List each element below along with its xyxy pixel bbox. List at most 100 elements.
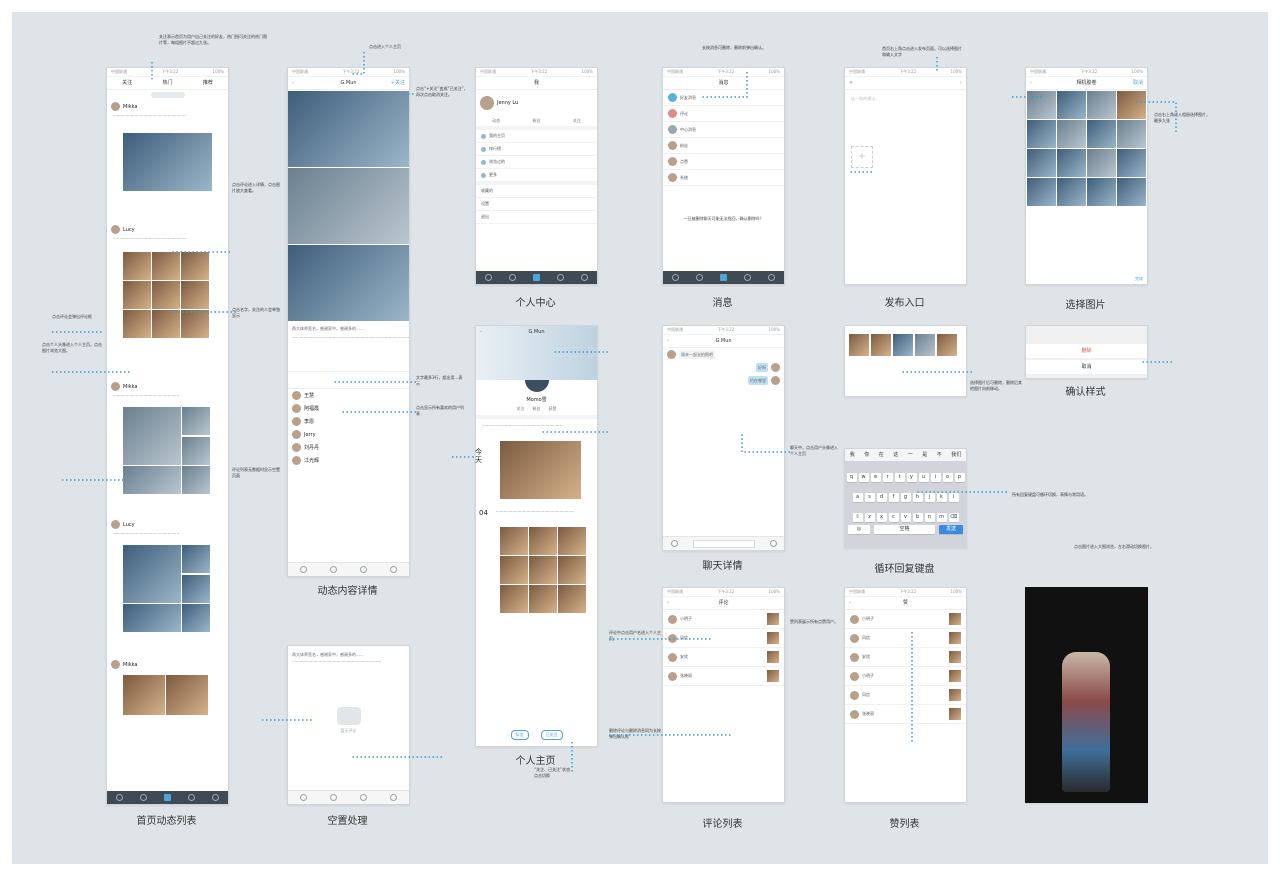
suggestion[interactable]: 我们 [951, 449, 961, 461]
commenter-name[interactable]: 李恩 [304, 418, 314, 425]
avatar[interactable] [771, 363, 780, 372]
search-pill[interactable] [150, 92, 185, 98]
profile-icon[interactable] [768, 274, 776, 281]
grid-photo[interactable] [529, 556, 557, 584]
grid-photo[interactable] [166, 675, 208, 715]
follow-button[interactable]: +关注 [391, 77, 405, 89]
space-key[interactable]: 空格 [874, 525, 935, 534]
album-photo[interactable] [1087, 149, 1116, 177]
home-icon[interactable] [115, 794, 123, 801]
album-photo[interactable] [1027, 178, 1056, 206]
key[interactable]: j [924, 493, 935, 502]
like-item[interactable]: 小明子 [845, 667, 966, 686]
selected-photo[interactable] [849, 334, 869, 356]
back-icon[interactable]: ‹ [849, 597, 851, 609]
post-image[interactable] [123, 133, 212, 191]
selected-photo[interactable] [871, 334, 891, 356]
selected-photo[interactable] [893, 334, 913, 356]
avatar[interactable] [111, 225, 120, 234]
post-user[interactable]: Mikka [123, 384, 137, 390]
detail-photo[interactable] [288, 245, 409, 321]
home-icon[interactable] [671, 274, 679, 281]
comment-icon[interactable] [329, 794, 337, 801]
stat-fans[interactable]: 粉丝 [533, 406, 541, 412]
add-icon[interactable] [532, 274, 540, 281]
suggestion[interactable]: 我 [850, 449, 855, 461]
grid-photo[interactable] [152, 281, 180, 309]
stat-following[interactable]: 关注 [573, 118, 581, 124]
discover-icon[interactable] [508, 274, 516, 281]
key[interactable]: m [936, 513, 947, 522]
grid-photo[interactable] [182, 407, 210, 435]
menu-item[interactable]: 排行榜 [476, 143, 597, 156]
key[interactable]: y [906, 473, 917, 482]
voice-icon[interactable] [670, 540, 678, 547]
grid-photo[interactable] [558, 527, 586, 555]
stat-fans[interactable]: 粉丝 [532, 118, 540, 124]
delete-button[interactable]: 删除 [1026, 344, 1147, 358]
grid-photo[interactable] [182, 574, 210, 603]
message-item[interactable]: 点赞 [663, 154, 784, 170]
key[interactable]: p [954, 473, 965, 482]
avatar[interactable] [292, 391, 301, 400]
album-photo[interactable] [1087, 120, 1116, 148]
suggestion[interactable]: 一 [908, 449, 913, 461]
album-photo[interactable] [1027, 149, 1056, 177]
avatar[interactable] [292, 404, 301, 413]
key[interactable]: x [876, 513, 887, 522]
back-icon[interactable]: ‹ [667, 597, 669, 609]
album-photo[interactable] [1057, 178, 1086, 206]
message-icon[interactable] [188, 794, 196, 801]
comment-item[interactable]: 风信 [663, 629, 784, 648]
back-icon[interactable]: ‹ [480, 326, 482, 338]
grid-photo[interactable] [558, 556, 586, 584]
grid-photo[interactable] [182, 436, 210, 465]
grid-photo[interactable] [181, 252, 209, 280]
like-icon[interactable] [299, 566, 307, 573]
message-item[interactable]: 好友消息 [663, 90, 784, 106]
suggestion[interactable]: 这 [893, 449, 898, 461]
grid-photo[interactable] [500, 585, 528, 613]
key[interactable]: v [900, 513, 911, 522]
share-icon[interactable] [360, 566, 368, 573]
commenter-name[interactable]: 刘丹丹 [304, 444, 319, 451]
message-item[interactable]: 系统 [663, 170, 784, 186]
back-icon[interactable]: ‹ [667, 335, 669, 347]
stat-following[interactable]: 关注 [517, 406, 525, 412]
tab-follow[interactable]: 关注 [122, 77, 132, 89]
like-item[interactable]: 风信 [845, 686, 966, 705]
send-key[interactable]: 发送 [939, 525, 963, 534]
menu-item[interactable]: 更多 [476, 169, 597, 185]
avatar[interactable] [111, 520, 120, 529]
menu-item[interactable]: 浏览过的 [476, 156, 597, 169]
grid-photo[interactable] [182, 466, 210, 494]
album-photo[interactable] [1057, 91, 1086, 119]
commenter-name[interactable]: Jerry [304, 432, 316, 438]
key[interactable]: d [876, 493, 887, 502]
selected-photo[interactable] [937, 334, 957, 356]
key[interactable]: k [936, 493, 947, 502]
post-user[interactable]: Lucy [123, 522, 135, 528]
comment-item[interactable]: 小明子 [663, 610, 784, 629]
grid-photo[interactable] [152, 252, 180, 280]
grid-photo[interactable] [181, 281, 209, 309]
profile-icon[interactable] [212, 794, 220, 801]
album-photo[interactable] [1027, 91, 1056, 119]
grid-photo[interactable] [123, 310, 151, 338]
grid-photo[interactable] [123, 604, 181, 632]
album-photo[interactable] [1117, 149, 1146, 177]
suggestion[interactable]: 在 [879, 449, 884, 461]
avatar[interactable] [480, 96, 494, 110]
menu-item[interactable]: 收藏的 [476, 185, 597, 198]
selected-photo[interactable] [915, 334, 935, 356]
album-photo[interactable] [1087, 178, 1116, 206]
grid-photo[interactable] [558, 585, 586, 613]
avatar[interactable] [667, 350, 676, 359]
menu-item[interactable]: 我的主页 [476, 130, 597, 143]
backspace-icon[interactable]: ⌫ [948, 513, 959, 522]
home-icon[interactable] [484, 274, 492, 281]
album-photo[interactable] [1117, 178, 1146, 206]
key[interactable]: h [912, 493, 923, 502]
key[interactable]: l [948, 493, 959, 502]
emoji-icon[interactable] [769, 540, 777, 547]
